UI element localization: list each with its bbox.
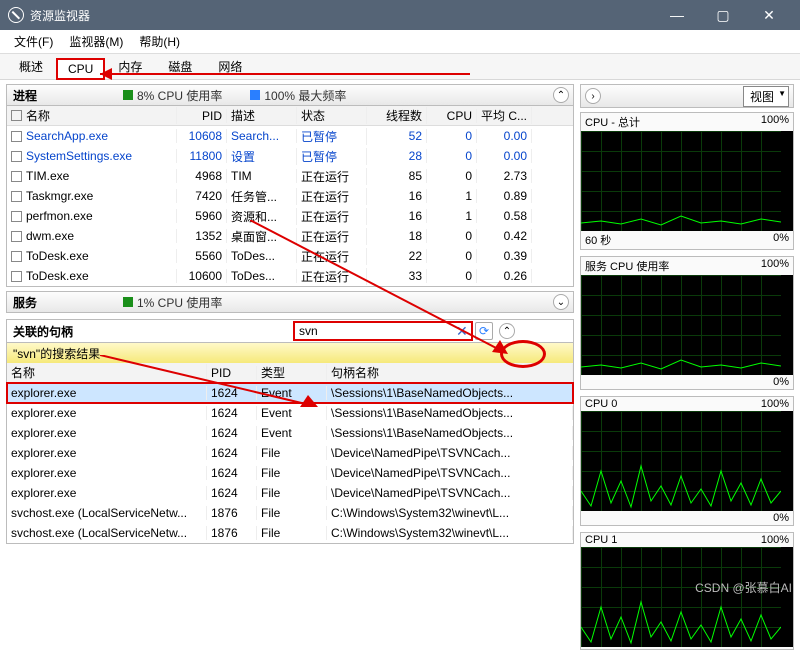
- hcol-name[interactable]: 名称: [7, 364, 207, 381]
- handle-row[interactable]: explorer.exe1624Event\Sessions\1\BaseNam…: [7, 423, 573, 443]
- nav-arrow-icon[interactable]: ›: [585, 88, 601, 104]
- collapse-icon[interactable]: ⌃: [499, 323, 515, 339]
- handle-row[interactable]: explorer.exe1624Event\Sessions\1\BaseNam…: [7, 403, 573, 423]
- view-select[interactable]: 视图: [743, 86, 789, 107]
- window-title: 资源监视器: [30, 7, 654, 24]
- svc-usage-label: 1% CPU 使用率: [137, 294, 222, 311]
- tab-cpu[interactable]: CPU: [56, 58, 105, 80]
- handles-table: 名称 PID 类型 句柄名称 explorer.exe1624Event\Ses…: [6, 363, 574, 544]
- search-field: ✕: [293, 321, 473, 341]
- process-row[interactable]: SystemSettings.exe11800设置已暂停2800.00: [7, 146, 573, 166]
- search-input[interactable]: [299, 324, 454, 338]
- close-button[interactable]: ✕: [746, 0, 792, 30]
- process-row[interactable]: perfmon.exe5960资源和...正在运行1610.58: [7, 206, 573, 226]
- processes-table: 名称 PID 描述 状态 线程数 CPU 平均 C... SearchApp.e…: [6, 106, 574, 287]
- col-cpu[interactable]: CPU: [427, 109, 477, 123]
- menu-help[interactable]: 帮助(H): [131, 33, 188, 50]
- col-pid[interactable]: PID: [177, 109, 227, 123]
- col-desc[interactable]: 描述: [227, 107, 297, 124]
- processes-header[interactable]: 进程 8% CPU 使用率 100% 最大频率 ⌃: [6, 84, 574, 106]
- col-threads[interactable]: 线程数: [367, 107, 427, 124]
- processes-thead: 名称 PID 描述 状态 线程数 CPU 平均 C...: [7, 106, 573, 126]
- green-indicator: [123, 90, 133, 100]
- process-row[interactable]: Taskmgr.exe7420任务管...正在运行1610.89: [7, 186, 573, 206]
- processes-title: 进程: [13, 87, 123, 104]
- titlebar[interactable]: 资源监视器 — ▢ ✕: [0, 0, 800, 30]
- process-row[interactable]: ToDesk.exe5560ToDes...正在运行2200.39: [7, 246, 573, 266]
- cpu-usage-label: 8% CPU 使用率: [137, 87, 222, 104]
- max-freq-label: 100% 最大频率: [264, 87, 346, 104]
- col-name[interactable]: 名称: [26, 107, 50, 124]
- menu-monitor[interactable]: 监视器(M): [61, 33, 131, 50]
- blue-indicator: [250, 90, 260, 100]
- maximize-button[interactable]: ▢: [700, 0, 746, 30]
- handles-title: 关联的句柄: [13, 323, 293, 340]
- process-row[interactable]: SearchApp.exe10608Search...已暂停5200.00: [7, 126, 573, 146]
- clear-search-icon[interactable]: ✕: [454, 323, 470, 340]
- hcol-pid[interactable]: PID: [207, 366, 257, 380]
- green-indicator: [123, 297, 133, 307]
- handle-row[interactable]: svchost.exe (LocalServiceNetw...1876File…: [7, 523, 573, 543]
- app-icon: [8, 7, 24, 23]
- handle-row[interactable]: explorer.exe1624Event\Sessions\1\BaseNam…: [7, 383, 573, 403]
- handle-row[interactable]: explorer.exe1624File\Device\NamedPipe\TS…: [7, 443, 573, 463]
- hcol-type[interactable]: 类型: [257, 364, 327, 381]
- handle-row[interactable]: explorer.exe1624File\Device\NamedPipe\TS…: [7, 463, 573, 483]
- handles-thead: 名称 PID 类型 句柄名称: [7, 363, 573, 383]
- services-title: 服务: [13, 294, 123, 311]
- handle-row[interactable]: svchost.exe (LocalServiceNetw...1876File…: [7, 503, 573, 523]
- chart-1: 服务 CPU 使用率100%0%: [580, 256, 794, 390]
- tab-disk[interactable]: 磁盘: [155, 53, 205, 80]
- handle-row[interactable]: explorer.exe1624File\Device\NamedPipe\TS…: [7, 483, 573, 503]
- services-header[interactable]: 服务 1% CPU 使用率 ⌄: [6, 291, 574, 313]
- view-panel: › 视图: [580, 84, 794, 108]
- menubar: 文件(F) 监视器(M) 帮助(H): [0, 30, 800, 54]
- checkbox[interactable]: [11, 110, 22, 121]
- search-results-label: "svn"的搜索结果: [6, 343, 574, 363]
- col-state[interactable]: 状态: [297, 107, 367, 124]
- col-avg[interactable]: 平均 C...: [477, 107, 532, 124]
- process-row[interactable]: TIM.exe4968TIM正在运行8502.73: [7, 166, 573, 186]
- tab-memory[interactable]: 内存: [105, 53, 155, 80]
- refresh-icon[interactable]: ⟳: [475, 322, 493, 340]
- menu-file[interactable]: 文件(F): [6, 33, 61, 50]
- handles-header: 关联的句柄 ✕ ⟳ ⌃: [6, 319, 574, 343]
- process-row[interactable]: ToDesk.exe10600ToDes...正在运行3300.26: [7, 266, 573, 286]
- chart-0: CPU - 总计100%60 秒0%: [580, 112, 794, 250]
- hcol-handle[interactable]: 句柄名称: [327, 364, 573, 381]
- minimize-button[interactable]: —: [654, 0, 700, 30]
- expand-icon[interactable]: ⌄: [553, 294, 569, 310]
- chart-2: CPU 0100%0%: [580, 396, 794, 526]
- process-row[interactable]: dwm.exe1352桌面窗...正在运行1800.42: [7, 226, 573, 246]
- annotation-oval: [500, 340, 546, 368]
- tabbar: 概述 CPU 内存 磁盘 网络: [0, 54, 800, 80]
- watermark: CSDN @张慕白AI: [695, 579, 792, 596]
- tab-network[interactable]: 网络: [205, 53, 255, 80]
- tab-overview[interactable]: 概述: [6, 53, 56, 80]
- collapse-icon[interactable]: ⌃: [553, 87, 569, 103]
